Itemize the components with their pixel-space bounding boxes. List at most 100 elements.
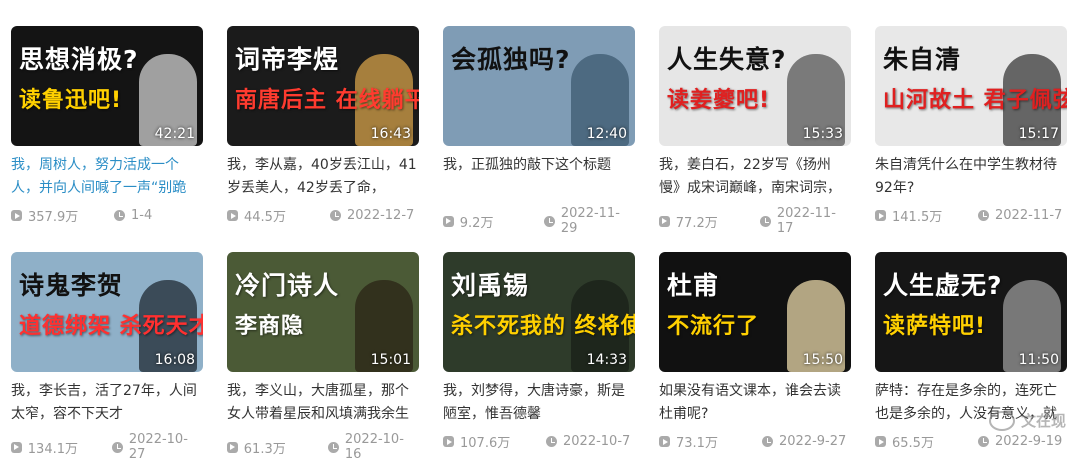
video-meta: 44.5万 2022-12-7 xyxy=(227,206,419,225)
video-thumbnail[interactable]: 词帝李煜 南唐后主 在线躺平 16:43 xyxy=(227,26,419,146)
view-count: 61.3万 xyxy=(244,438,328,457)
play-count-icon xyxy=(443,436,454,447)
thumbnail-subline: 山河故土 君子佩弦 xyxy=(883,82,1059,114)
watermark: 文在现 xyxy=(989,410,1066,431)
thumbnail-subline: 读姜夔吧! xyxy=(667,82,843,114)
clock-icon xyxy=(762,436,773,447)
thumbnail-headline: 杜甫 xyxy=(667,266,843,302)
duration-badge: 16:43 xyxy=(371,126,411,142)
video-thumbnail[interactable]: 会孤独吗? 12:40 xyxy=(443,26,635,146)
video-thumbnail[interactable]: 朱自清 山河故土 君子佩弦 15:17 xyxy=(875,26,1067,146)
view-count: 9.2万 xyxy=(460,212,544,231)
video-thumbnail[interactable]: 刘禹锡 杀不死我的 终将使我强大 14:33 xyxy=(443,252,635,372)
duration-badge: 15:17 xyxy=(1019,126,1059,142)
clock-icon xyxy=(760,216,771,227)
video-title[interactable]: 我，李义山，大唐孤星，那个女人带着星辰和风填满我余生 xyxy=(227,380,419,426)
video-card[interactable]: 思想消极? 读鲁迅吧! 42:21 我，周树人，努力活成一个人，并向人间喊了一声… xyxy=(11,26,203,236)
duration-badge: 14:33 xyxy=(587,352,627,368)
video-thumbnail[interactable]: 杜甫 不流行了 15:50 xyxy=(659,252,851,372)
clock-icon xyxy=(112,442,123,453)
clock-icon xyxy=(978,210,989,221)
video-title[interactable]: 我，正孤独的敲下这个标题 xyxy=(443,154,635,200)
watermark-text: 文在现 xyxy=(1021,410,1066,431)
video-title[interactable]: 我，姜白石，22岁写《扬州慢》成宋词巅峰，南宋词宗， xyxy=(659,154,851,200)
publish-date: 2022-10-16 xyxy=(345,432,419,462)
video-meta: 65.5万 2022-9-19 xyxy=(875,432,1067,451)
publish-date: 2022-11-29 xyxy=(561,206,635,236)
video-title[interactable]: 我，李从嘉，40岁丢江山，41岁丢美人，42岁丢了命， xyxy=(227,154,419,200)
thumbnail-subline: 南唐后主 在线躺平 xyxy=(235,82,411,114)
publish-date: 2022-9-19 xyxy=(995,434,1062,449)
video-card[interactable]: 朱自清 山河故土 君子佩弦 15:17 朱自清凭什么在中学生教材待92年? 14… xyxy=(875,26,1067,236)
play-count-icon xyxy=(875,210,886,221)
video-meta: 134.1万 2022-10-27 xyxy=(11,432,203,462)
play-count-icon xyxy=(659,436,670,447)
view-count: 107.6万 xyxy=(460,432,546,451)
duration-badge: 15:01 xyxy=(371,352,411,368)
video-card[interactable]: 诗鬼李贺 道德绑架 杀死天才 16:08 我，李长吉，活了27年，人间太窄，容不… xyxy=(11,252,203,462)
video-thumbnail[interactable]: 人生失意? 读姜夔吧! 15:33 xyxy=(659,26,851,146)
video-card[interactable]: 冷门诗人 李商隐 15:01 我，李义山，大唐孤星，那个女人带着星辰和风填满我余… xyxy=(227,252,419,462)
publish-date: 2022-10-27 xyxy=(129,432,203,462)
thumbnail-subline: 李商隐 xyxy=(235,308,411,340)
view-count: 357.9万 xyxy=(28,206,114,225)
duration-badge: 42:21 xyxy=(155,126,195,142)
play-count-icon xyxy=(875,436,886,447)
clock-icon xyxy=(330,210,341,221)
duration-badge: 15:50 xyxy=(803,352,843,368)
video-grid: 思想消极? 读鲁迅吧! 42:21 我，周树人，努力活成一个人，并向人间喊了一声… xyxy=(11,26,1067,462)
publish-date: 2022-12-7 xyxy=(347,208,414,223)
thumbnail-headline: 思想消极? xyxy=(19,40,195,76)
view-count: 65.5万 xyxy=(892,432,978,451)
play-count-icon xyxy=(11,442,22,453)
thumbnail-subline: 杀不死我的 终将使我强大 xyxy=(451,308,627,340)
clock-icon xyxy=(114,210,125,221)
video-thumbnail[interactable]: 诗鬼李贺 道德绑架 杀死天才 16:08 xyxy=(11,252,203,372)
thumbnail-headline: 词帝李煜 xyxy=(235,40,411,76)
thumbnail-subline: 读萨特吧! xyxy=(883,308,1059,340)
play-count-icon xyxy=(443,216,454,227)
video-card[interactable]: 人生失意? 读姜夔吧! 15:33 我，姜白石，22岁写《扬州慢》成宋词巅峰，南… xyxy=(659,26,851,236)
thumbnail-subline: 不流行了 xyxy=(667,308,843,340)
video-card[interactable]: 词帝李煜 南唐后主 在线躺平 16:43 我，李从嘉，40岁丢江山，41岁丢美人… xyxy=(227,26,419,236)
publish-date: 2022-11-17 xyxy=(777,206,851,236)
play-count-icon xyxy=(659,216,670,227)
view-count: 44.5万 xyxy=(244,206,330,225)
clock-icon xyxy=(978,436,989,447)
thumbnail-headline: 诗鬼李贺 xyxy=(19,266,195,302)
video-thumbnail[interactable]: 思想消极? 读鲁迅吧! 42:21 xyxy=(11,26,203,146)
thumbnail-headline: 朱自清 xyxy=(883,40,1059,76)
video-meta: 9.2万 2022-11-29 xyxy=(443,206,635,236)
play-count-icon xyxy=(11,210,22,221)
duration-badge: 15:33 xyxy=(803,126,843,142)
video-meta: 141.5万 2022-11-7 xyxy=(875,206,1067,225)
video-card[interactable]: 刘禹锡 杀不死我的 终将使我强大 14:33 我，刘梦得，大唐诗豪，斯是陋室，惟… xyxy=(443,252,635,462)
view-count: 134.1万 xyxy=(28,438,112,457)
video-title[interactable]: 我，周树人，努力活成一个人，并向人间喊了一声“别跪 xyxy=(11,154,203,200)
play-count-icon xyxy=(227,210,238,221)
video-title[interactable]: 如果没有语文课本，谁会去读杜甫呢? xyxy=(659,380,851,426)
video-meta: 73.1万 2022-9-27 xyxy=(659,432,851,451)
thumbnail-headline: 人生虚无? xyxy=(883,266,1059,302)
video-meta: 357.9万 1-4 xyxy=(11,206,203,225)
video-title[interactable]: 朱自清凭什么在中学生教材待92年? xyxy=(875,154,1067,200)
video-meta: 107.6万 2022-10-7 xyxy=(443,432,635,451)
thumbnail-headline: 会孤独吗? xyxy=(451,40,627,76)
video-card[interactable]: 杜甫 不流行了 15:50 如果没有语文课本，谁会去读杜甫呢? 73.1万 20… xyxy=(659,252,851,462)
publish-date: 1-4 xyxy=(131,208,152,223)
video-meta: 61.3万 2022-10-16 xyxy=(227,432,419,462)
video-card[interactable]: 会孤独吗? 12:40 我，正孤独的敲下这个标题 9.2万 2022-11-29 xyxy=(443,26,635,236)
view-count: 141.5万 xyxy=(892,206,978,225)
thumbnail-headline: 刘禹锡 xyxy=(451,266,627,302)
clock-icon xyxy=(544,216,555,227)
view-count: 77.2万 xyxy=(676,212,760,231)
thumbnail-headline: 人生失意? xyxy=(667,40,843,76)
video-thumbnail[interactable]: 人生虚无? 读萨特吧! 11:50 xyxy=(875,252,1067,372)
publish-date: 2022-9-27 xyxy=(779,434,846,449)
duration-badge: 11:50 xyxy=(1019,352,1059,368)
clock-icon xyxy=(328,442,339,453)
video-thumbnail[interactable]: 冷门诗人 李商隐 15:01 xyxy=(227,252,419,372)
thumbnail-subline: 道德绑架 杀死天才 xyxy=(19,308,195,340)
video-title[interactable]: 我，李长吉，活了27年，人间太窄，容不下天才 xyxy=(11,380,203,426)
video-title[interactable]: 我，刘梦得，大唐诗豪，斯是陋室，惟吾德馨 xyxy=(443,380,635,426)
